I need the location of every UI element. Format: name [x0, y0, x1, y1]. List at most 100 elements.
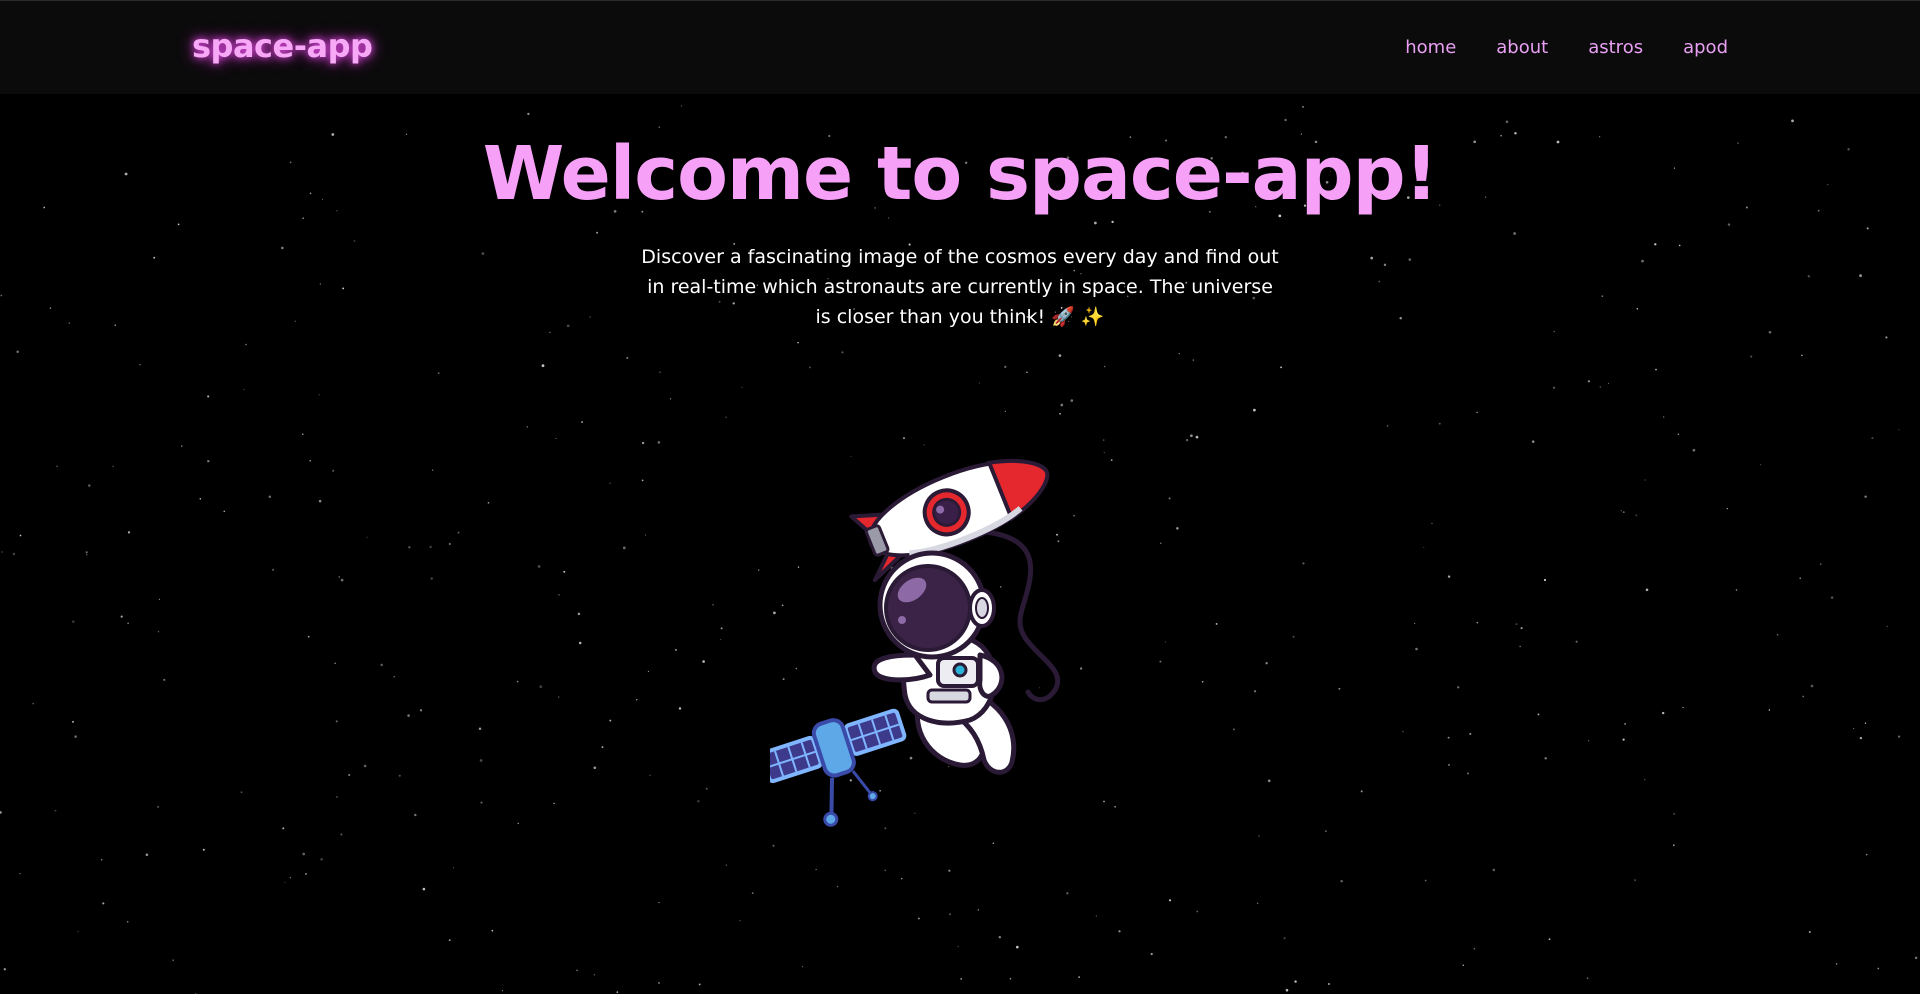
star — [1168, 899, 1172, 902]
star — [437, 372, 440, 375]
star — [626, 356, 629, 359]
star — [156, 805, 160, 808]
star — [380, 663, 383, 667]
nav-link-apod[interactable]: apod — [1683, 37, 1728, 58]
star — [207, 459, 210, 463]
star — [1864, 495, 1867, 498]
star — [577, 612, 581, 616]
star — [1415, 647, 1418, 651]
star — [836, 885, 839, 888]
star — [739, 920, 741, 922]
star — [1431, 522, 1433, 525]
star — [658, 982, 660, 984]
star — [609, 719, 612, 722]
star — [801, 966, 803, 968]
star — [1548, 938, 1551, 941]
star — [1914, 956, 1918, 960]
star — [414, 813, 417, 817]
star — [918, 917, 920, 920]
star — [741, 386, 743, 389]
star — [1820, 563, 1822, 565]
star — [1004, 410, 1006, 412]
star — [139, 363, 141, 366]
nav-link-astros[interactable]: astros — [1588, 37, 1643, 58]
star — [884, 869, 887, 872]
star — [1469, 732, 1472, 735]
star — [1324, 830, 1327, 833]
star — [1176, 527, 1179, 530]
star — [977, 909, 980, 911]
star — [658, 902, 660, 904]
star — [1864, 722, 1867, 724]
star — [1360, 790, 1363, 793]
star — [1853, 727, 1855, 729]
star — [1294, 980, 1297, 983]
star — [1178, 352, 1180, 355]
star — [1192, 359, 1195, 361]
astronaut-illustration — [770, 458, 1061, 827]
star — [1588, 740, 1590, 742]
star — [797, 341, 799, 344]
star — [1622, 738, 1625, 741]
star — [1662, 711, 1665, 715]
star — [1575, 640, 1578, 643]
star — [1338, 687, 1341, 690]
logo-link[interactable]: space-app — [192, 27, 373, 65]
star — [86, 554, 88, 556]
star — [517, 822, 519, 825]
star — [1070, 399, 1074, 402]
star — [336, 796, 338, 798]
star — [1519, 645, 1521, 648]
star — [1682, 706, 1684, 709]
star — [678, 707, 682, 710]
star — [172, 959, 174, 961]
satellite-icon — [770, 708, 907, 827]
star — [541, 364, 545, 368]
star — [751, 892, 754, 894]
star — [1095, 915, 1097, 917]
star — [1865, 853, 1868, 856]
star — [282, 827, 285, 830]
nav-link-home[interactable]: home — [1405, 37, 1456, 58]
star — [430, 577, 433, 580]
star — [243, 389, 245, 391]
star — [527, 112, 530, 116]
star — [1103, 800, 1105, 803]
star — [16, 350, 19, 354]
star — [1587, 380, 1590, 383]
star — [363, 764, 367, 768]
star — [332, 469, 335, 472]
star — [558, 696, 560, 698]
star — [1283, 937, 1286, 940]
star — [725, 416, 727, 418]
star — [1750, 355, 1753, 358]
star — [112, 465, 114, 467]
star — [304, 872, 308, 876]
star — [641, 479, 644, 482]
star — [1655, 368, 1657, 371]
star — [1692, 448, 1696, 452]
star — [1830, 596, 1834, 599]
star — [553, 802, 555, 805]
star — [1438, 422, 1441, 425]
star — [1201, 680, 1204, 683]
star — [1004, 365, 1007, 369]
nav-link-about[interactable]: about — [1496, 37, 1548, 58]
star — [1552, 386, 1556, 389]
star — [670, 398, 672, 400]
star — [645, 534, 647, 536]
star — [102, 902, 105, 905]
star — [77, 931, 79, 933]
star — [452, 867, 454, 869]
star — [1801, 354, 1803, 357]
star — [593, 766, 597, 770]
star — [32, 702, 35, 705]
star — [366, 536, 368, 538]
star — [245, 343, 247, 346]
star — [431, 469, 434, 471]
star — [841, 351, 844, 354]
navbar: space-app home about astros apod — [0, 0, 1920, 94]
star — [998, 936, 1001, 939]
star — [223, 510, 226, 513]
star — [1886, 625, 1888, 628]
